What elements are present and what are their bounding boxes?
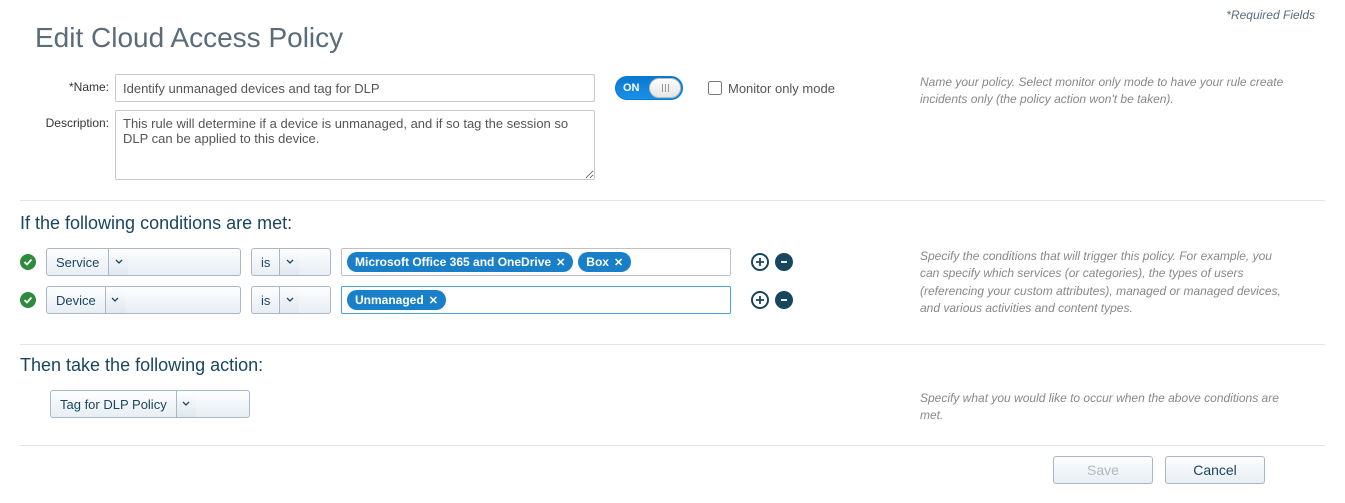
description-input[interactable] bbox=[115, 110, 595, 180]
dropdown-value: Tag for DLP Policy bbox=[51, 391, 176, 417]
cancel-button[interactable]: Cancel bbox=[1165, 456, 1265, 484]
dropdown-value: is bbox=[252, 287, 279, 313]
name-label: Name: bbox=[20, 74, 115, 94]
action-help-text: Specify what you would like to occur whe… bbox=[920, 390, 1325, 425]
monitor-only-label: Monitor only mode bbox=[728, 81, 835, 96]
enable-toggle[interactable]: ON bbox=[615, 76, 683, 100]
condition-value-tagbox[interactable]: Microsoft Office 365 and OneDrive ✕ Box … bbox=[341, 248, 731, 276]
condition-operator-dropdown[interactable]: is bbox=[251, 286, 331, 314]
condition-row: Service is Microsoft Office 365 and OneD… bbox=[20, 248, 920, 276]
add-condition-button[interactable] bbox=[751, 253, 769, 271]
page-title: Edit Cloud Access Policy bbox=[35, 22, 1325, 54]
monitor-only-checkbox[interactable] bbox=[708, 81, 722, 95]
condition-value-tagbox[interactable]: Unmanaged ✕ bbox=[341, 286, 731, 314]
dropdown-value: is bbox=[252, 249, 279, 275]
dropdown-value: Device bbox=[47, 287, 105, 313]
name-input[interactable] bbox=[115, 74, 595, 102]
tag-remove-icon[interactable]: ✕ bbox=[556, 256, 565, 269]
value-tag: Unmanaged ✕ bbox=[347, 290, 446, 310]
toggle-state-label: ON bbox=[623, 82, 640, 94]
condition-operator-dropdown[interactable]: is bbox=[251, 248, 331, 276]
chevron-down-icon bbox=[176, 391, 196, 417]
tag-label: Microsoft Office 365 and OneDrive bbox=[355, 255, 551, 269]
tag-label: Box bbox=[586, 255, 609, 269]
chevron-down-icon bbox=[108, 249, 128, 275]
dropdown-value: Service bbox=[47, 249, 108, 275]
required-fields-note: *Required Fields bbox=[20, 0, 1325, 22]
chevron-down-icon bbox=[279, 287, 299, 313]
add-condition-button[interactable] bbox=[751, 291, 769, 309]
remove-condition-button[interactable] bbox=[775, 253, 793, 271]
remove-condition-button[interactable] bbox=[775, 291, 793, 309]
action-section: Tag for DLP Policy Specify what you woul… bbox=[20, 390, 1325, 446]
value-tag: Microsoft Office 365 and OneDrive ✕ bbox=[347, 252, 573, 272]
conditions-section: Service is Microsoft Office 365 and OneD… bbox=[20, 248, 1325, 345]
description-label: Description: bbox=[20, 110, 115, 130]
conditions-heading: If the following conditions are met: bbox=[20, 213, 1325, 234]
condition-subject-dropdown[interactable]: Service bbox=[46, 248, 241, 276]
policy-form-section: Name: ON Monitor only mode Description: … bbox=[20, 74, 1325, 201]
condition-row: Device is Unmanaged ✕ bbox=[20, 286, 920, 314]
tag-remove-icon[interactable]: ✕ bbox=[429, 294, 438, 307]
form-help-text: Name your policy. Select monitor only mo… bbox=[920, 74, 1325, 109]
chevron-down-icon bbox=[105, 287, 125, 313]
value-tag: Box ✕ bbox=[578, 252, 631, 272]
condition-subject-dropdown[interactable]: Device bbox=[46, 286, 241, 314]
conditions-help-text: Specify the conditions that will trigger… bbox=[920, 248, 1325, 318]
valid-check-icon bbox=[20, 292, 36, 308]
action-dropdown[interactable]: Tag for DLP Policy bbox=[50, 390, 250, 418]
toggle-thumb bbox=[649, 78, 681, 98]
chevron-down-icon bbox=[279, 249, 299, 275]
tag-label: Unmanaged bbox=[355, 293, 424, 307]
valid-check-icon bbox=[20, 254, 36, 270]
action-heading: Then take the following action: bbox=[20, 355, 1325, 376]
footer-buttons: Save Cancel bbox=[20, 446, 1325, 494]
tag-remove-icon[interactable]: ✕ bbox=[614, 256, 623, 269]
save-button[interactable]: Save bbox=[1053, 456, 1153, 484]
